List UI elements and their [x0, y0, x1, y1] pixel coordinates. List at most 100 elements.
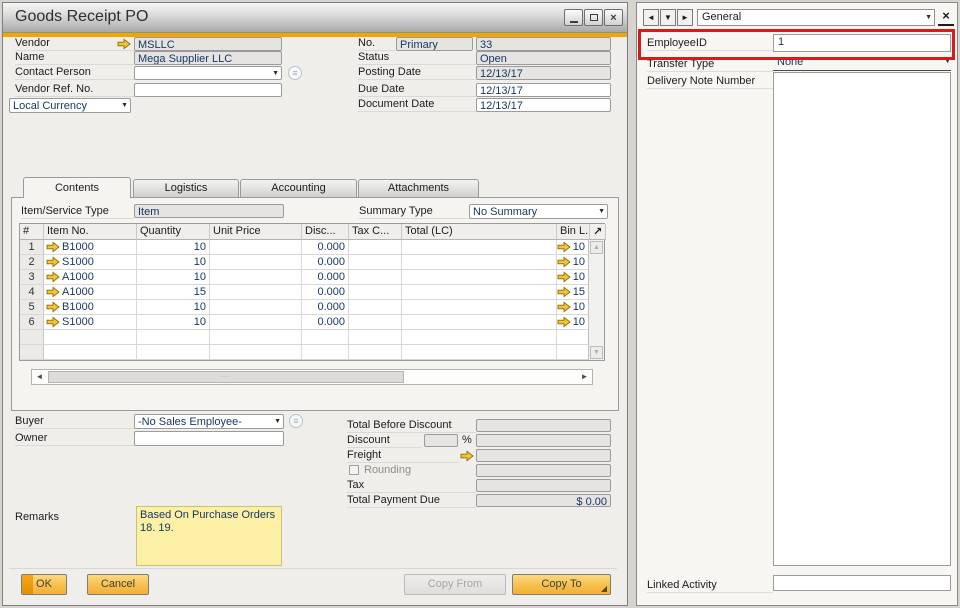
link-arrow-icon[interactable]: [46, 271, 60, 283]
rounding-field: [476, 464, 611, 477]
maximize-button[interactable]: [584, 9, 603, 26]
due-date-label: Due Date: [358, 83, 476, 97]
rounding-checkbox[interactable]: [349, 465, 359, 475]
link-arrow-icon[interactable]: [460, 450, 474, 462]
link-arrow-icon[interactable]: [46, 301, 60, 313]
owner-field[interactable]: [134, 431, 284, 446]
posting-date-field[interactable]: 12/13/17: [476, 66, 611, 80]
link-arrow-icon[interactable]: [46, 241, 60, 253]
choose-from-list-icon[interactable]: ≡: [288, 66, 302, 80]
scrollbar-thumb[interactable]: ∙∙∙: [48, 371, 404, 383]
link-arrow-icon[interactable]: [557, 271, 571, 283]
tab-contents[interactable]: Contents: [23, 177, 131, 198]
percent-sign: %: [462, 434, 474, 448]
chevron-down-icon[interactable]: ▼: [598, 208, 605, 216]
table-row[interactable]: 4 A1000 15 0.000 15: [20, 285, 604, 300]
remarks-field[interactable]: Based On Purchase Orders 18. 19.: [136, 506, 282, 566]
discount-label: Discount: [347, 434, 422, 448]
contact-person-dropdown[interactable]: ▼: [134, 66, 282, 80]
minimize-button[interactable]: [564, 9, 583, 26]
linked-activity-label: Linked Activity: [647, 579, 773, 593]
chevron-down-icon[interactable]: ▼: [944, 58, 951, 66]
cancel-button[interactable]: Cancel: [87, 574, 149, 595]
summary-type-dropdown[interactable]: No Summary▼: [469, 204, 608, 219]
vertical-scrollbar[interactable]: ▲ ▼: [588, 240, 604, 360]
scroll-down-icon[interactable]: ▼: [590, 346, 603, 359]
buyer-dropdown[interactable]: -No Sales Employee-▼: [134, 414, 284, 429]
col-header-bin-location[interactable]: Bin L...: [557, 224, 590, 240]
table-row[interactable]: 5 B1000 10 0.000 10: [20, 300, 604, 315]
nav-right-icon[interactable]: ►: [677, 9, 693, 26]
copy-to-button[interactable]: Copy To: [512, 574, 611, 595]
tab-accounting[interactable]: Accounting: [240, 179, 357, 197]
table-row-empty[interactable]: [20, 330, 604, 345]
col-header-discount[interactable]: Disc...: [302, 224, 349, 240]
chevron-down-icon[interactable]: ▼: [925, 14, 932, 22]
tax-code-cell: [349, 300, 402, 315]
no-series-field[interactable]: Primary: [396, 37, 473, 51]
total-payment-due-label: Total Payment Due: [347, 494, 476, 508]
category-dropdown[interactable]: General▼: [697, 9, 935, 26]
due-date-field[interactable]: 12/13/17: [476, 83, 611, 97]
vendor-field[interactable]: MSLLC: [134, 37, 282, 51]
window-title: Goods Receipt PO: [15, 8, 148, 26]
choose-from-list-icon[interactable]: ≡: [289, 414, 303, 428]
col-header-item-no[interactable]: Item No.: [44, 224, 137, 240]
tab-logistics[interactable]: Logistics: [133, 179, 239, 197]
chevron-down-icon[interactable]: ▼: [274, 418, 281, 426]
panel-close-icon[interactable]: ×: [938, 8, 954, 26]
item-service-type-field[interactable]: Item: [134, 204, 284, 218]
link-arrow-icon[interactable]: [46, 316, 60, 328]
ok-button[interactable]: OK: [21, 574, 67, 595]
table-row[interactable]: 3 A1000 10 0.000 10: [20, 270, 604, 285]
close-button[interactable]: ×: [604, 9, 623, 26]
table-row[interactable]: 1 B1000 10 0.000 10: [20, 240, 604, 255]
link-arrow-icon[interactable]: [117, 38, 131, 50]
bin-location-cell: 10: [557, 270, 590, 285]
horizontal-scrollbar[interactable]: ◄ ∙∙∙ ►: [31, 369, 593, 385]
currency-dropdown[interactable]: Local Currency▼: [9, 98, 131, 113]
chevron-down-icon[interactable]: ▼: [121, 102, 128, 110]
scroll-left-icon[interactable]: ◄: [33, 371, 46, 383]
link-arrow-icon[interactable]: [557, 256, 571, 268]
document-date-field[interactable]: 12/13/17: [476, 98, 611, 112]
tab-attachments[interactable]: Attachments: [358, 179, 479, 197]
nav-down-icon[interactable]: ▼: [660, 9, 676, 26]
col-header-num[interactable]: #: [20, 224, 44, 240]
name-field[interactable]: Mega Supplier LLC: [134, 51, 282, 65]
table-row-empty[interactable]: [20, 345, 604, 360]
row-num: 2: [20, 255, 44, 270]
unit-price-cell: [210, 300, 302, 315]
link-arrow-icon[interactable]: [557, 301, 571, 313]
link-arrow-icon[interactable]: [46, 286, 60, 298]
link-arrow-icon[interactable]: [46, 256, 60, 268]
employee-id-field[interactable]: 1: [773, 34, 951, 52]
discount-percent-field[interactable]: [424, 434, 458, 447]
nav-left-icon[interactable]: ◄: [643, 9, 659, 26]
scroll-up-icon[interactable]: ▲: [590, 241, 603, 254]
discount-cell: 0.000: [302, 255, 349, 270]
link-arrow-icon[interactable]: [557, 286, 571, 298]
discount-cell: 0.000: [302, 240, 349, 255]
link-arrow-icon[interactable]: [557, 241, 571, 253]
vendor-ref-field[interactable]: [134, 83, 282, 97]
link-arrow-icon[interactable]: [557, 316, 571, 328]
table-row[interactable]: 2 S1000 10 0.000 10: [20, 255, 604, 270]
no-value-field[interactable]: 33: [476, 37, 611, 51]
table-row[interactable]: 6 S1000 10 0.000 10: [20, 315, 604, 330]
col-header-tax-code[interactable]: Tax C...: [349, 224, 402, 240]
linked-activity-field[interactable]: [773, 575, 951, 591]
delivery-note-field[interactable]: [773, 72, 951, 566]
expand-grid-icon[interactable]: ↗: [590, 224, 606, 240]
col-header-unit-price[interactable]: Unit Price: [210, 224, 302, 240]
row-num: 5: [20, 300, 44, 315]
col-header-quantity[interactable]: Quantity: [137, 224, 210, 240]
item-no-cell: B1000: [44, 300, 137, 315]
col-header-total-lc[interactable]: Total (LC): [402, 224, 557, 240]
freight-field[interactable]: [476, 449, 611, 462]
scroll-right-icon[interactable]: ►: [578, 371, 591, 383]
chevron-down-icon[interactable]: ▼: [272, 70, 279, 78]
row-num: 6: [20, 315, 44, 330]
window-titlebar[interactable]: Goods Receipt PO ×: [3, 3, 627, 33]
transfer-type-dropdown[interactable]: None▼: [773, 56, 951, 71]
